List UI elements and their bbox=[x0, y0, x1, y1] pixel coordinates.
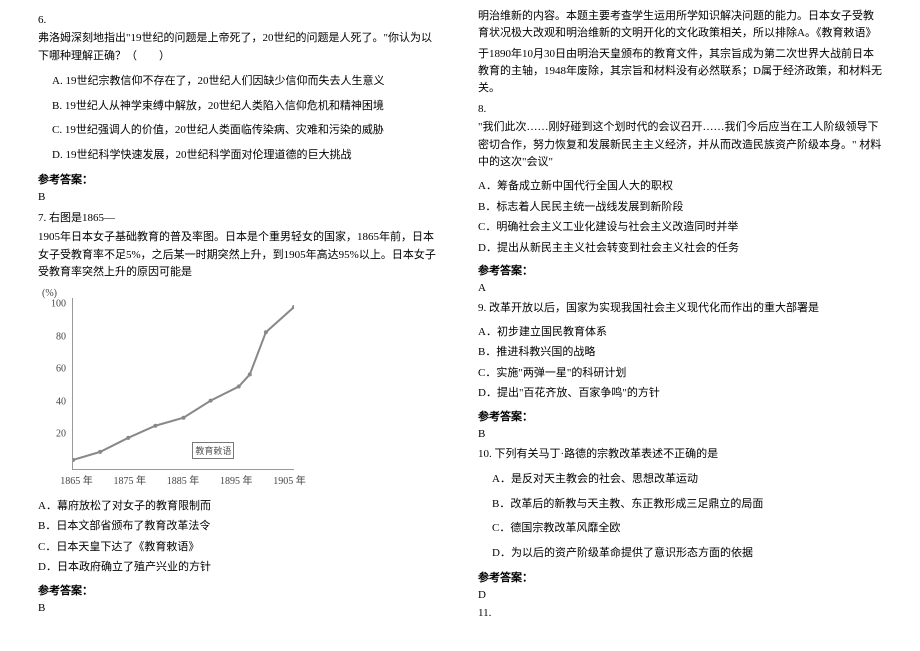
q8-answer-label: 参考答案： bbox=[478, 262, 882, 278]
q11-number: 11. bbox=[478, 607, 882, 619]
q7-explain-p1: 明治维新的内容。本题主要考查学生运用所学知识解决问题的能力。日本女子受教育状况极… bbox=[478, 8, 882, 42]
q7-option-d: D．日本政府确立了殖产兴业的方针 bbox=[38, 559, 442, 576]
q7-answer: B bbox=[38, 602, 442, 614]
q6-answer: B bbox=[38, 191, 442, 203]
q6-option-b: B. 19世纪人从神学束缚中解放，20世纪人类陷入信仰危机和精神困境 bbox=[52, 98, 442, 115]
q7-explain-p2: 于1890年10月30日由明治天皇颁布的教育文件，其宗旨成为第二次世界大战前日本… bbox=[478, 46, 882, 97]
chart-svg bbox=[73, 298, 294, 469]
q8-option-c: C．明确社会主义工业化建设与社会主义改造同时并举 bbox=[478, 219, 882, 236]
chart-line bbox=[73, 307, 294, 460]
q7-option-b: B．日本文部省颁布了教育改革法令 bbox=[38, 518, 442, 535]
q9-option-d: D．提出"百花齐放、百家争鸣"的方针 bbox=[478, 385, 882, 402]
left-column: 6. 弗洛姆深刻地指出"19世纪的问题是上帝死了，20世纪的问题是人死了。"你认… bbox=[20, 8, 460, 643]
q8-number: 8. bbox=[478, 103, 882, 115]
q7-number-lead: 7. 右图是1865— bbox=[38, 209, 442, 225]
q10-option-d: D．为以后的资产阶级革命提供了意识形态方面的依据 bbox=[492, 545, 882, 562]
y-tick-20: 20 bbox=[56, 428, 66, 439]
q9-option-a: A．初步建立国民教育体系 bbox=[478, 324, 882, 341]
q6-answer-label: 参考答案： bbox=[38, 171, 442, 187]
chart-annotation-kyoiku: 教育敕语 bbox=[192, 442, 234, 459]
q9-stem: 9. 改革开放以后，国家为实现我国社会主义现代化而作出的重大部署是 bbox=[478, 300, 882, 318]
q8-option-d: D．提出从新民主主义社会转变到社会主义社会的任务 bbox=[478, 240, 882, 257]
q9-option-b: B．推进科教兴国的战略 bbox=[478, 344, 882, 361]
q9-answer-label: 参考答案： bbox=[478, 408, 882, 424]
chart-y-axis: 100 80 60 40 20 bbox=[38, 290, 70, 470]
q6-number: 6. bbox=[38, 14, 442, 26]
q10-answer-label: 参考答案： bbox=[478, 569, 882, 585]
q7-chart: (%) 100 80 60 40 20 教育敕语 1865 年 1 bbox=[38, 290, 298, 490]
x-tick-1865: 1865 年 bbox=[60, 472, 93, 487]
q10-stem: 10. 下列有关马丁·路德的宗教改革表述不正确的是 bbox=[478, 446, 882, 464]
chart-plot-area: 教育敕语 bbox=[72, 298, 294, 470]
q6-option-a: A. 19世纪宗教信仰不存在了，20世纪人们因缺少信仰而失去人生意义 bbox=[52, 73, 442, 90]
q8-option-b: B．标志着人民民主统一战线发展到新阶段 bbox=[478, 199, 882, 216]
q7-answer-label: 参考答案： bbox=[38, 582, 442, 598]
y-tick-100: 100 bbox=[51, 299, 66, 310]
y-tick-60: 60 bbox=[56, 364, 66, 375]
x-tick-1885: 1885 年 bbox=[167, 472, 200, 487]
y-tick-80: 80 bbox=[56, 331, 66, 342]
q6-stem: 弗洛姆深刻地指出"19世纪的问题是上帝死了，20世纪的问题是人死了。"你认为以下… bbox=[38, 30, 442, 65]
q8-option-a: A．筹备成立新中国代行全国人大的职权 bbox=[478, 178, 882, 195]
y-tick-40: 40 bbox=[56, 396, 66, 407]
q10-answer: D bbox=[478, 589, 882, 601]
q9-option-c: C．实施"两弹一星"的科研计划 bbox=[478, 365, 882, 382]
chart-x-axis: 1865 年 1875 年 1885 年 1895 年 1905 年 bbox=[72, 472, 294, 490]
q6-option-d: D. 19世纪科学快速发展，20世纪科学面对伦理道德的巨大挑战 bbox=[52, 147, 442, 164]
q6-option-c: C. 19世纪强调人的价值，20世纪人类面临传染病、灾难和污染的威胁 bbox=[52, 122, 442, 139]
q10-option-b: B．改革后的新教与天主教、东正教形成三足鼎立的局面 bbox=[492, 496, 882, 513]
right-column: 明治维新的内容。本题主要考查学生运用所学知识解决问题的能力。日本女子受教育状况极… bbox=[460, 8, 900, 643]
q10-option-c: C．德国宗教改革风靡全欧 bbox=[492, 520, 882, 537]
x-tick-1895: 1895 年 bbox=[220, 472, 253, 487]
q7-stem: 1905年日本女子基础教育的普及率图。日本是个重男轻女的国家，1865年前，日本… bbox=[38, 229, 442, 282]
q10-option-a: A．是反对天主教会的社会、思想改革运动 bbox=[492, 471, 882, 488]
x-tick-1875: 1875 年 bbox=[113, 472, 146, 487]
q9-answer: B bbox=[478, 428, 882, 440]
q7-option-c: C．日本天皇下达了《教育敕语》 bbox=[38, 539, 442, 556]
q8-answer: A bbox=[478, 282, 882, 294]
chart-dots bbox=[73, 305, 294, 462]
q8-stem: "我们此次……刚好碰到这个划时代的会议召开……我们今后应当在工人阶级领导下密切合… bbox=[478, 119, 882, 172]
q7-option-a: A．幕府放松了对女子的教育限制而 bbox=[38, 498, 442, 515]
x-tick-1905: 1905 年 bbox=[273, 472, 306, 487]
